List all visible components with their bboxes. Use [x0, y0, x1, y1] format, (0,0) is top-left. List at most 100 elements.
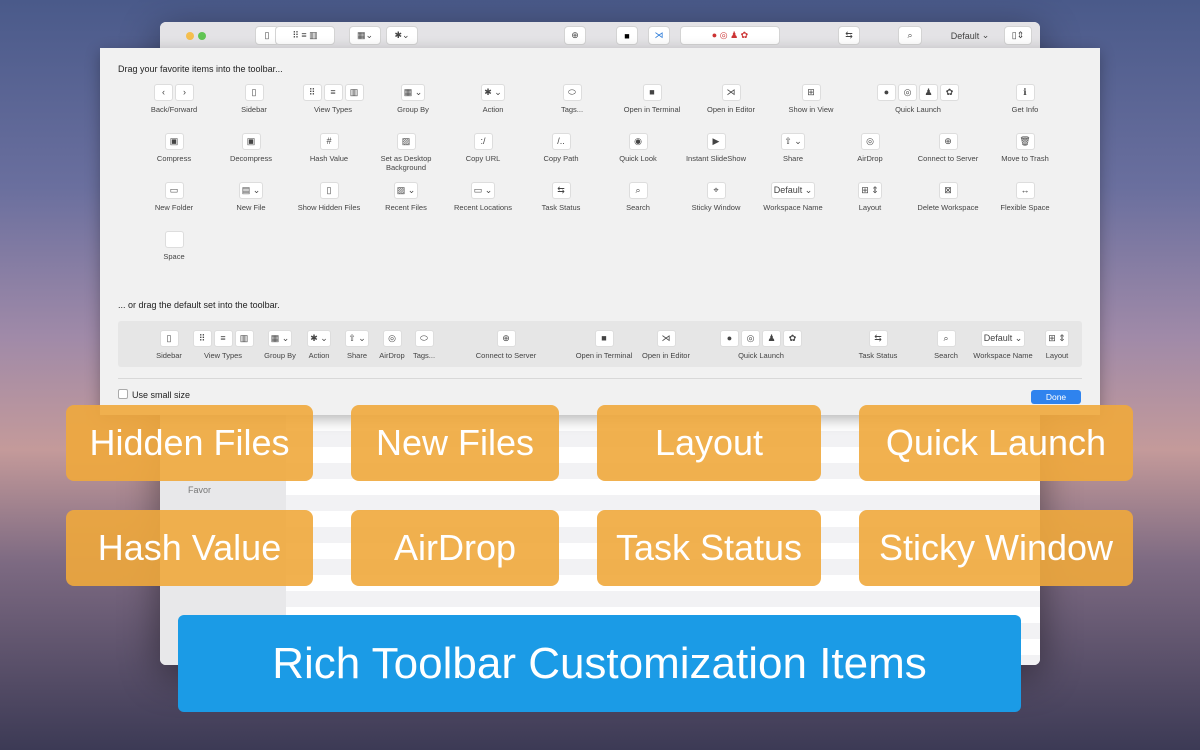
toolbar-icon: ● — [720, 330, 739, 347]
palette-item[interactable]: ⠿ ≡ ▥ View Types — [293, 84, 373, 114]
item-icon: ⊕ — [908, 133, 988, 150]
small-size-checkbox[interactable] — [118, 389, 128, 399]
done-button[interactable]: Done — [1031, 390, 1081, 404]
item-label: Quick Look — [619, 154, 657, 163]
action-icon[interactable]: ✱⌄ — [386, 26, 418, 45]
item-icon: ▯ — [214, 84, 294, 101]
toolbar-icon: ⌖ — [706, 182, 726, 199]
toolbar-icon: 🗑 — [1015, 133, 1035, 150]
item-icon: ⊠ — [908, 182, 988, 199]
toolbar-icon: ≡ — [323, 84, 343, 101]
palette-item[interactable]: ▣ Compress — [134, 133, 214, 163]
palette-item[interactable]: ℹ Get Info — [985, 84, 1065, 114]
item-icon: ▯ — [289, 182, 369, 199]
palette-item[interactable]: ⋊ Open in Editor — [691, 84, 771, 114]
toolbar-icon: ▶ — [706, 133, 726, 150]
workspace-name[interactable]: Default ⌄ — [940, 26, 1000, 45]
palette-item[interactable]: ⊠ Delete Workspace — [908, 182, 988, 212]
palette-item[interactable]: # Hash Value — [289, 133, 369, 163]
toolbar-icon: ♟ — [762, 330, 781, 347]
view-types-icon[interactable]: ⠿ ≡ ▥ — [275, 26, 335, 45]
default-item[interactable]: ● ◎ ♟ ✿ Quick Launch — [720, 330, 802, 360]
item-label: Set as Desktop Background — [380, 154, 432, 172]
palette-item[interactable]: ▦ ⌄ Group By — [373, 84, 453, 114]
palette-item[interactable]: ▨ ⌄ Recent Files — [366, 182, 446, 212]
palette-item[interactable]: :/ Copy URL — [443, 133, 523, 163]
palette-item[interactable]: 🗑 Move to Trash — [985, 133, 1065, 163]
group-by-icon[interactable]: ▦⌄ — [349, 26, 381, 45]
item-icon: Default ⌄ — [753, 182, 833, 199]
toolbar-icon: ▭ — [164, 182, 184, 199]
toolbar-icon: ⇆ — [551, 182, 571, 199]
toolbar-icon: ◉ — [628, 133, 648, 150]
default-set[interactable]: ▯ Sidebar ⠿ ≡ ▥ View Types ▦ ⌄ Group By ✱ ⌄ Actio… — [118, 321, 1082, 367]
palette-item[interactable]: ✱ ⌄ Action — [453, 84, 533, 114]
customize-toolbar-sheet: Drag your favorite items into the toolba… — [100, 48, 1100, 415]
terminal-icon[interactable]: ■ — [616, 26, 638, 45]
default-item[interactable]: ⬭ Tags... — [384, 330, 464, 360]
palette-item[interactable]: ⌖ Sticky Window — [676, 182, 756, 212]
toolbar-icon: ■ — [642, 84, 662, 101]
default-item[interactable]: ⋊ Open in Editor — [626, 330, 706, 360]
item-icon: ▨ ⌄ — [366, 182, 446, 199]
palette-item[interactable]: ▤ ⌄ New File — [211, 182, 291, 212]
palette-item[interactable]: ▭ ⌄ Recent Locations — [443, 182, 523, 212]
item-label: Group By — [397, 105, 429, 114]
item-icon: ▭ — [134, 182, 214, 199]
palette-item[interactable]: ‹ › Back/Forward — [134, 84, 214, 114]
default-item[interactable]: ⊞ ⇕ Layout — [1017, 330, 1097, 360]
palette-item[interactable]: ▨ Set as Desktop Background — [366, 133, 446, 172]
toolbar-icon: ▯ — [244, 84, 264, 101]
item-icon: :/ — [443, 133, 523, 150]
palette-item[interactable]: ▶ Instant SlideShow — [676, 133, 756, 163]
minimize-button[interactable] — [186, 32, 194, 40]
zoom-button[interactable] — [198, 32, 206, 40]
palette-item[interactable]: Default ⌄ Workspace Name — [753, 182, 833, 212]
item-label: Space — [163, 252, 185, 261]
default-hint: ... or drag the default set into the too… — [118, 300, 280, 310]
palette-item[interactable]: ⌕ Search — [598, 182, 678, 212]
search-icon[interactable]: ⌕ — [898, 26, 922, 45]
palette-item[interactable]: ▣ Decompress — [211, 133, 291, 163]
palette-item[interactable]: ↔ Flexible Space — [985, 182, 1065, 212]
editor-icon[interactable]: ⋊ — [648, 26, 670, 45]
palette-item[interactable]: /.. Copy Path — [521, 133, 601, 163]
item-icon: ⬭ — [532, 84, 612, 101]
toolbar-icon: ℹ — [1015, 84, 1035, 101]
item-label: Back/Forward — [150, 105, 198, 114]
item-label: Copy Path — [543, 154, 579, 163]
palette-item[interactable]: ◎ AirDrop — [830, 133, 910, 163]
quick-launch-icons[interactable]: ● ◎ ♟ ✿ — [680, 26, 780, 45]
item-icon: ● ◎ ♟ ✿ — [877, 84, 959, 101]
task-status-icon[interactable]: ⇆ — [838, 26, 860, 45]
toolbar-icon: ◎ — [741, 330, 760, 347]
palette-item[interactable]: ⇧ ⌄ Share — [753, 133, 833, 163]
palette-item[interactable]: ◉ Quick Look — [598, 133, 678, 163]
small-size-label: Use small size — [132, 390, 191, 400]
item-icon: ‹ › — [134, 84, 214, 101]
layout-icon[interactable]: ▯⇕ — [1004, 26, 1032, 45]
palette-item[interactable]: ● ◎ ♟ ✿ Quick Launch — [877, 84, 959, 114]
item-icon: ⠿ ≡ ▥ — [293, 84, 373, 101]
item-icon: ⋊ — [691, 84, 771, 101]
palette-item[interactable]: ▯ Show Hidden Files — [289, 182, 369, 212]
toolbar-icon: ▨ ⌄ — [393, 182, 419, 199]
item-label: Layout — [858, 203, 882, 212]
palette-item[interactable]: ⊞ Show in View — [771, 84, 851, 114]
palette-item[interactable]: ⊕ Connect to Server — [908, 133, 988, 163]
item-label: Open in Editor — [707, 105, 755, 114]
palette-item[interactable]: ■ Open in Terminal — [612, 84, 692, 114]
item-label: Task Status — [541, 203, 581, 212]
favorites-header: Favor — [188, 485, 212, 495]
palette-item[interactable]: ⊞ ⇕ Layout — [830, 182, 910, 212]
palette-item[interactable]: Space — [134, 231, 214, 261]
palette-item[interactable]: ▭ New Folder — [134, 182, 214, 212]
item-label: Sticky Window — [691, 203, 741, 212]
item-icon: ⌖ — [676, 182, 756, 199]
palette-item[interactable]: ⇆ Task Status — [521, 182, 601, 212]
connect-server-icon[interactable]: ⊕ — [564, 26, 586, 45]
item-icon: ▣ — [134, 133, 214, 150]
palette-item[interactable]: ⬭ Tags... — [532, 84, 612, 114]
palette-item[interactable]: ▯ Sidebar — [214, 84, 294, 114]
default-item[interactable]: ⊕ Connect to Server — [466, 330, 546, 360]
